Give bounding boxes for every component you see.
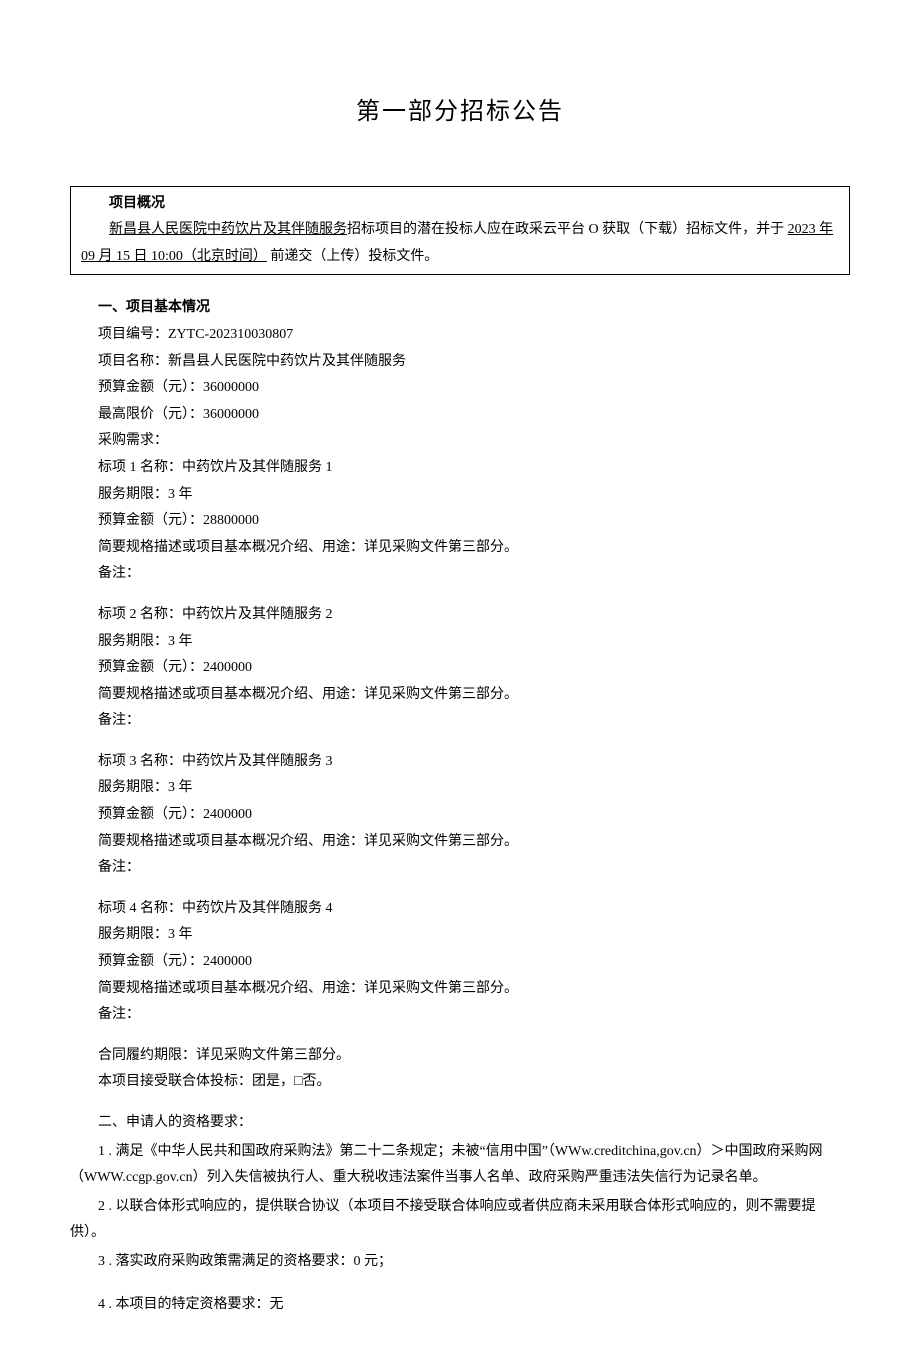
label: 服务期限： <box>98 487 168 502</box>
label: 简要规格描述或项目基本概况介绍、用途： <box>98 834 364 849</box>
value: 中药饮片及其伴随服务 3 <box>182 754 333 769</box>
value: 2400000 <box>203 807 252 822</box>
requirement-3: 3 . 落实政府采购政策需满足的资格要求：0 元； <box>70 1249 850 1276</box>
value: 中药饮片及其伴随服务 4 <box>182 901 333 916</box>
label: 预算金额（元）： <box>98 660 203 675</box>
requirement-1: 1 . 满足《中华人民共和国政府采购法》第二十二条规定；未被“信用中国”（WWw… <box>70 1139 850 1192</box>
max-price: 最高限价（元）：36000000 <box>70 402 850 429</box>
value: 36000000 <box>203 407 259 422</box>
value: 中药饮片及其伴随服务 1 <box>182 460 333 475</box>
overview-body-part2: 前递交（上传）投标文件。 <box>267 249 439 264</box>
value: ZYTC-202310030807 <box>168 327 293 342</box>
label: 最高限价（元）： <box>98 407 203 422</box>
label: 预算金额（元）： <box>98 954 203 969</box>
label: 标项 2 名称： <box>98 607 182 622</box>
value: 28800000 <box>203 513 259 528</box>
item1-period: 服务期限：3 年 <box>70 482 850 509</box>
item4-remark: 备注： <box>70 1002 850 1029</box>
value: 详见采购文件第三部分。 <box>364 687 518 702</box>
item4-name: 标项 4 名称：中药饮片及其伴随服务 4 <box>70 896 850 923</box>
budget-amount: 预算金额（元）：36000000 <box>70 375 850 402</box>
item1-remark: 备注： <box>70 561 850 588</box>
value: 36000000 <box>203 380 259 395</box>
label: 预算金额（元）： <box>98 807 203 822</box>
value: 2400000 <box>203 660 252 675</box>
value: 详见采购文件第三部分。 <box>364 981 518 996</box>
section1-heading: 一、项目基本情况 <box>70 295 850 322</box>
label: 服务期限： <box>98 780 168 795</box>
procurement-demand: 采购需求： <box>70 428 850 455</box>
label: 简要规格描述或项目基本概况介绍、用途： <box>98 540 364 555</box>
project-name: 项目名称：新昌县人民医院中药饮片及其伴随服务 <box>70 349 850 376</box>
value: 详见采购文件第三部分。 <box>364 540 518 555</box>
value: 2400000 <box>203 954 252 969</box>
item3-budget: 预算金额（元）：2400000 <box>70 802 850 829</box>
label: 服务期限： <box>98 927 168 942</box>
label: 简要规格描述或项目基本概况介绍、用途： <box>98 687 364 702</box>
value: 3 年 <box>168 487 193 502</box>
item2-period: 服务期限：3 年 <box>70 629 850 656</box>
item1-budget: 预算金额（元）：28800000 <box>70 508 850 535</box>
page-title: 第一部分招标公告 <box>70 90 850 136</box>
label: 项目名称： <box>98 354 168 369</box>
requirement-4: 4 . 本项目的特定资格要求：无 <box>70 1292 850 1319</box>
value: 3 年 <box>168 780 193 795</box>
project-overview-box: 项目概况 新昌县人民医院中药饮片及其伴随服务招标项目的潜在投标人应在政采云平台 … <box>70 186 850 276</box>
value: 新昌县人民医院中药饮片及其伴随服务 <box>168 354 406 369</box>
label: 项目编号： <box>98 327 168 342</box>
item3-period: 服务期限：3 年 <box>70 775 850 802</box>
item3-name: 标项 3 名称：中药饮片及其伴随服务 3 <box>70 749 850 776</box>
item2-desc: 简要规格描述或项目基本概况介绍、用途：详见采购文件第三部分。 <box>70 682 850 709</box>
overview-body-part1: 招标项目的潜在投标人应在政采云平台 O 获取（下载）招标文件，并于 <box>347 222 788 237</box>
item1-desc: 简要规格描述或项目基本概况介绍、用途：详见采购文件第三部分。 <box>70 535 850 562</box>
label: 服务期限： <box>98 634 168 649</box>
section2-heading: 二、申请人的资格要求： <box>70 1110 850 1137</box>
label: 标项 4 名称： <box>98 901 182 916</box>
label: 简要规格描述或项目基本概况介绍、用途： <box>98 981 364 996</box>
item1-name: 标项 1 名称：中药饮片及其伴随服务 1 <box>70 455 850 482</box>
value: 详见采购文件第三部分。 <box>364 834 518 849</box>
label: 预算金额（元）： <box>98 513 203 528</box>
label: 预算金额（元）： <box>98 380 203 395</box>
requirement-2: 2 . 以联合体形式响应的，提供联合协议（本项目不接受联合体响应或者供应商未采用… <box>70 1194 850 1247</box>
item2-budget: 预算金额（元）：2400000 <box>70 655 850 682</box>
item4-desc: 简要规格描述或项目基本概况介绍、用途：详见采购文件第三部分。 <box>70 976 850 1003</box>
value: 中药饮片及其伴随服务 2 <box>182 607 333 622</box>
item2-remark: 备注： <box>70 708 850 735</box>
label: 标项 1 名称： <box>98 460 182 475</box>
item4-budget: 预算金额（元）：2400000 <box>70 949 850 976</box>
label: 标项 3 名称： <box>98 754 182 769</box>
value: 3 年 <box>168 634 193 649</box>
overview-heading: 项目概况 <box>81 191 839 218</box>
item4-period: 服务期限：3 年 <box>70 922 850 949</box>
item2-name: 标项 2 名称：中药饮片及其伴随服务 2 <box>70 602 850 629</box>
overview-project-title: 新昌县人民医院中药饮片及其伴随服务 <box>109 222 347 237</box>
value: 3 年 <box>168 927 193 942</box>
item3-desc: 简要规格描述或项目基本概况介绍、用途：详见采购文件第三部分。 <box>70 829 850 856</box>
project-number: 项目编号：ZYTC-202310030807 <box>70 322 850 349</box>
item3-remark: 备注： <box>70 855 850 882</box>
contract-period: 合同履约期限：详见采购文件第三部分。 <box>70 1043 850 1070</box>
overview-body: 新昌县人民医院中药饮片及其伴随服务招标项目的潜在投标人应在政采云平台 O 获取（… <box>81 217 839 270</box>
consortium-accept: 本项目接受联合体投标：团是，□否。 <box>70 1069 850 1096</box>
